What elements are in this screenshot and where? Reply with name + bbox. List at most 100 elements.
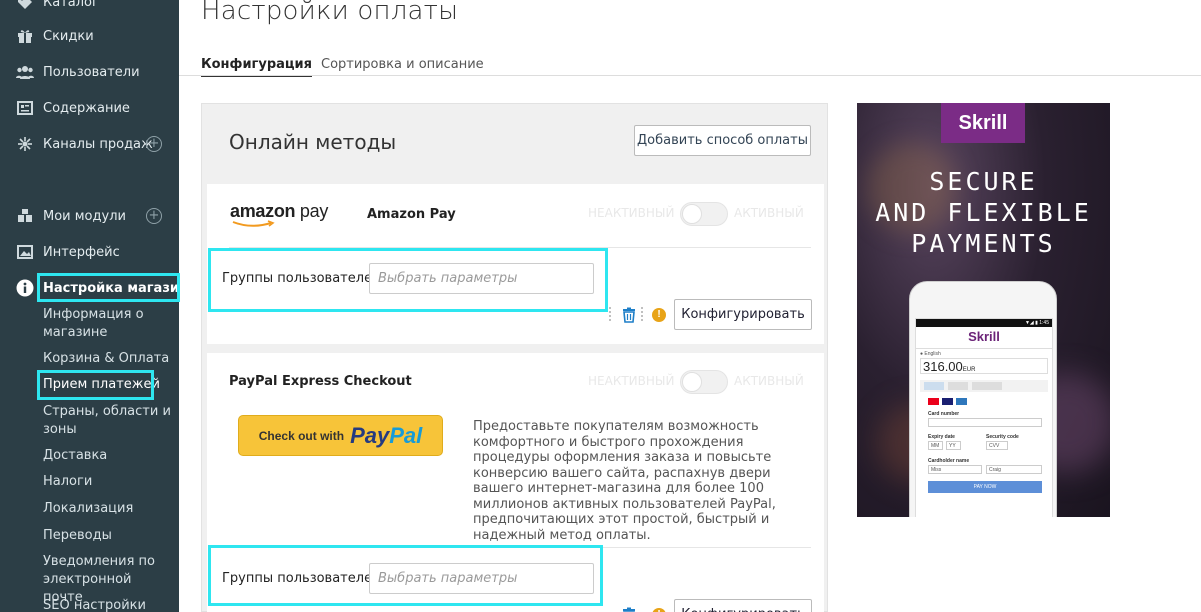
status-toggle[interactable]: НЕАКТИВНЫЙ АКТИВНЫЙ — [588, 202, 808, 226]
paypal-logo-part: Pay — [350, 422, 390, 448]
paypal-logo: PayPal — [350, 423, 422, 449]
sidebar-item-sales-channels[interactable]: Каналы продаж + — [0, 132, 179, 156]
highlight-frame — [37, 273, 180, 302]
logo-text: amazon — [230, 201, 296, 221]
add-module-icon[interactable]: + — [146, 208, 162, 224]
app-root: Каталог Скидки Пользователи Содержание К — [0, 0, 1201, 612]
currency: EUR — [962, 367, 976, 373]
tab-chip — [924, 382, 944, 390]
tab-configuration[interactable]: Конфигурация — [201, 57, 312, 77]
configure-button[interactable]: Конфигурировать — [674, 299, 812, 330]
tabs-divider — [179, 75, 1201, 76]
card-number-label: Card number — [928, 411, 960, 417]
highlight-frame — [208, 248, 608, 312]
sidebar-subitem-translations[interactable]: Переводы — [43, 527, 173, 545]
cvv-field: CVV — [986, 441, 1008, 450]
highlight-frame — [37, 370, 154, 400]
sidebar-subitem-taxes[interactable]: Налоги — [43, 473, 173, 491]
sidebar-subitem-shipping[interactable]: Доставка — [43, 447, 173, 465]
gift-icon — [16, 27, 34, 45]
sidebar-subitem-store-info[interactable]: Информация о магазине — [43, 306, 173, 342]
paypal-checkout-button[interactable]: Check out with PayPal — [238, 415, 443, 456]
puzzle-icon — [16, 207, 34, 225]
sidebar-item-catalog[interactable]: Каталог — [0, 0, 179, 14]
sidebar-item-label: Мои модули — [43, 208, 126, 224]
toggle-on-label: АКТИВНЫЙ — [734, 206, 804, 220]
sidebar-subitem-countries[interactable]: Страны, области и зоны — [43, 403, 173, 439]
phone-screen: ▼◢ ▮ 1:45 Skrill ● English 316.00EUR Car… — [915, 318, 1053, 517]
picture-icon — [16, 243, 34, 261]
toggle-knob — [682, 204, 702, 224]
panel-title: Онлайн методы — [229, 130, 397, 154]
card-number-field — [928, 418, 1042, 427]
sidebar-item-label: Пользователи — [43, 64, 140, 80]
sidebar: Каталог Скидки Пользователи Содержание К — [0, 0, 197, 612]
language-selector: ● English — [920, 351, 941, 357]
last-name-field: Craig — [986, 465, 1042, 474]
sidebar-item-content[interactable]: Содержание — [0, 96, 179, 120]
sidebar-item-label: Интерфейс — [43, 244, 120, 260]
divider — [916, 348, 1052, 349]
amount-field: 316.00EUR — [920, 358, 1048, 374]
online-methods-panel: Онлайн методы Добавить способ оплаты ama… — [201, 103, 828, 612]
expiry-month-field: MM — [928, 441, 943, 450]
ad-headline-line: AND FLEXIBLE — [875, 198, 1092, 227]
expiry-year-field: YY — [946, 441, 961, 450]
toggle-off-label: НЕАКТИВНЫЙ — [588, 206, 675, 220]
warning-icon: ! — [652, 308, 666, 322]
tab-chip — [972, 382, 1002, 390]
sidebar-item-users[interactable]: Пользователи — [0, 60, 179, 84]
tag-icon — [16, 0, 34, 11]
skrill-logo: Skrill — [941, 103, 1025, 143]
ad-headline-line: PAYMENTS — [911, 229, 1056, 258]
content-icon — [16, 99, 34, 117]
separator — [641, 307, 643, 321]
phone-status-bar: ▼◢ ▮ 1:45 — [916, 319, 1052, 327]
sidebar-item-interface[interactable]: Интерфейс — [0, 240, 179, 264]
method-description: Предоставьте покупателям возможность ком… — [473, 419, 776, 543]
sidebar-subitem-seo[interactable]: SEO настройки — [43, 597, 173, 612]
separator — [609, 307, 611, 321]
pay-now-button: PAY NOW — [928, 481, 1042, 493]
toggle-switch[interactable] — [680, 370, 728, 394]
amazon-pay-logo: amazon pay — [230, 201, 328, 222]
tab-chip — [948, 382, 968, 390]
configure-button[interactable]: Конфигурировать — [674, 599, 812, 612]
add-payment-method-button[interactable]: Добавить способ оплаты — [634, 125, 811, 156]
amount-value: 316.00 — [923, 359, 963, 374]
sidebar-item-label: Каталог — [43, 0, 99, 10]
sidebar-item-label: Содержание — [43, 100, 130, 116]
status-toggle[interactable]: НЕАКТИВНЫЙ АКТИВНЫЙ — [588, 370, 808, 394]
method-name: Amazon Pay — [367, 207, 456, 222]
users-icon — [16, 63, 34, 81]
sidebar-subitem-localization[interactable]: Локализация — [43, 500, 173, 518]
toggle-switch[interactable] — [680, 202, 728, 226]
info-icon — [16, 279, 34, 297]
sales-channels-icon — [16, 135, 34, 153]
trash-icon[interactable] — [621, 607, 637, 612]
sidebar-item-discounts[interactable]: Скидки — [0, 24, 179, 48]
highlight-frame — [208, 545, 603, 606]
first-name-field: Miss — [928, 465, 982, 474]
ad-headline-line: SECURE — [929, 167, 1038, 196]
cardholder-label: Cardholder name — [928, 458, 970, 464]
sidebar-subitem-cart-payment[interactable]: Корзина & Оплата — [43, 350, 173, 368]
toggle-off-label: НЕАКТИВНЫЙ — [588, 374, 675, 388]
method-name: PayPal Express Checkout — [229, 374, 412, 389]
card-brands-icon — [928, 398, 967, 405]
expiry-label: Expiry date — [928, 434, 955, 440]
warning-icon: ! — [652, 608, 666, 612]
tab-sorting-description[interactable]: Сортировка и описание — [321, 57, 484, 72]
toggle-knob — [682, 372, 702, 392]
phone-mockup: ▼◢ ▮ 1:45 Skrill ● English 316.00EUR Car… — [909, 281, 1057, 517]
paypal-logo-part: Pal — [389, 422, 423, 448]
logo-text: pay — [295, 201, 329, 221]
page-title: Настройки оплаты — [201, 0, 459, 26]
add-sales-channel-icon[interactable]: + — [146, 136, 162, 152]
skrill-ad-banner[interactable]: Skrill SECURE AND FLEXIBLE PAYMENTS ▼◢ ▮… — [857, 103, 1110, 517]
sidebar-item-label: Скидки — [43, 28, 94, 44]
trash-icon[interactable] — [621, 307, 637, 323]
sidebar-item-my-modules[interactable]: Мои модули + — [0, 204, 179, 228]
security-code-label: Security code — [986, 434, 1019, 440]
payment-tabs — [920, 380, 1048, 392]
